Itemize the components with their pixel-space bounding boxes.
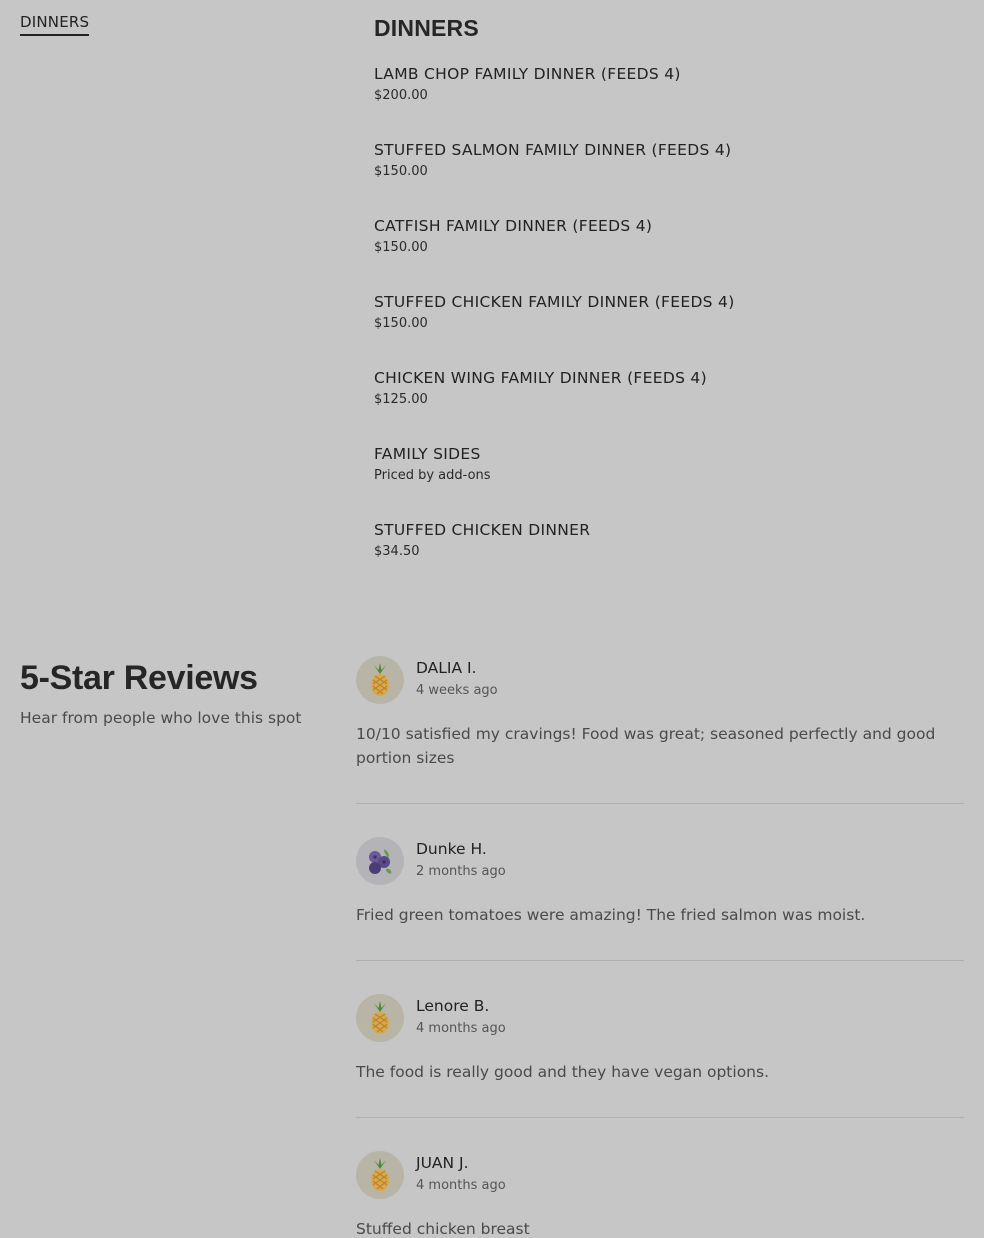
menu-item-price: Priced by add-ons bbox=[374, 468, 491, 483]
menu-item[interactable]: LAMB CHOP FAMILY DINNER (FEEDS 4) $200.0… bbox=[374, 62, 964, 138]
avatar bbox=[356, 656, 404, 704]
review-time: 4 months ago bbox=[416, 1021, 506, 1036]
review-card: DALIA I. 4 weeks ago 10/10 satisfied my … bbox=[356, 656, 964, 770]
avatar bbox=[356, 1151, 404, 1199]
review-card: JUAN J. 4 months ago Stuffed chicken bre… bbox=[356, 1151, 964, 1238]
menu-item[interactable]: CHICKEN WING FAMILY DINNER (FEEDS 4) $12… bbox=[374, 366, 964, 442]
page: DINNERS DINNERS LAMB CHOP FAMILY DINNER … bbox=[0, 0, 984, 1238]
review-card: Dunke H. 2 months ago Fried green tomato… bbox=[356, 837, 964, 927]
menu-item-name: FAMILY SIDES bbox=[374, 445, 481, 463]
reviewer-name: JUAN J. bbox=[416, 1154, 469, 1172]
reviews-title: 5-Star Reviews bbox=[20, 659, 258, 697]
menu-item-price: $125.00 bbox=[374, 392, 428, 407]
menu-item[interactable]: STUFFED SALMON FAMILY DINNER (FEEDS 4) $… bbox=[374, 138, 964, 214]
menu-item-name: STUFFED CHICKEN DINNER bbox=[374, 521, 591, 539]
reviews-subtitle: Hear from people who love this spot bbox=[20, 709, 302, 727]
review-time: 4 months ago bbox=[416, 1178, 506, 1193]
review-text: Stuffed chicken breast bbox=[356, 1220, 530, 1238]
menu-item-price: $150.00 bbox=[374, 164, 428, 179]
review-header: DALIA I. 4 weeks ago bbox=[356, 656, 964, 704]
pineapple-icon bbox=[371, 663, 389, 696]
avatar bbox=[356, 837, 404, 885]
menu-item-price: $200.00 bbox=[374, 88, 428, 103]
menu-item-price: $34.50 bbox=[374, 544, 420, 559]
menu-section-dinners: DINNERS LAMB CHOP FAMILY DINNER (FEEDS 4… bbox=[374, 12, 964, 594]
menu-item[interactable]: STUFFED CHICKEN DINNER $34.50 bbox=[374, 518, 964, 594]
menu-item-name: LAMB CHOP FAMILY DINNER (FEEDS 4) bbox=[374, 65, 681, 83]
reviewer-name: Lenore B. bbox=[416, 997, 490, 1015]
review-text: 10/10 satisfied my cravings! Food was gr… bbox=[356, 725, 936, 767]
menu-item-name: CHICKEN WING FAMILY DINNER (FEEDS 4) bbox=[374, 369, 707, 387]
review-header: JUAN J. 4 months ago bbox=[356, 1151, 964, 1199]
review-header: Lenore B. 4 months ago bbox=[356, 994, 964, 1042]
menu-item[interactable]: CATFISH FAMILY DINNER (FEEDS 4) $150.00 bbox=[374, 214, 964, 290]
review-time: 2 months ago bbox=[416, 864, 506, 879]
menu-item-name: STUFFED CHICKEN FAMILY DINNER (FEEDS 4) bbox=[374, 293, 735, 311]
review-divider bbox=[356, 803, 964, 804]
review-divider bbox=[356, 960, 964, 961]
menu-item-name: STUFFED SALMON FAMILY DINNER (FEEDS 4) bbox=[374, 141, 732, 159]
review-header: Dunke H. 2 months ago bbox=[356, 837, 964, 885]
pineapple-icon bbox=[371, 1001, 389, 1034]
category-nav: DINNERS bbox=[20, 12, 90, 36]
nav-item-dinners[interactable]: DINNERS bbox=[20, 13, 90, 36]
menu-item[interactable]: FAMILY SIDES Priced by add-ons bbox=[374, 442, 964, 518]
menu-item-price: $150.00 bbox=[374, 240, 428, 255]
reviewer-name: DALIA I. bbox=[416, 659, 477, 677]
reviewer-name: Dunke H. bbox=[416, 840, 487, 858]
review-time: 4 weeks ago bbox=[416, 683, 498, 698]
review-card: Lenore B. 4 months ago The food is reall… bbox=[356, 994, 964, 1084]
blueberries-icon bbox=[369, 849, 392, 874]
menu-item-price: $150.00 bbox=[374, 316, 428, 331]
menu-item[interactable]: STUFFED CHICKEN FAMILY DINNER (FEEDS 4) … bbox=[374, 290, 964, 366]
review-text: Fried green tomatoes were amazing! The f… bbox=[356, 906, 866, 924]
reviews-intro: 5-Star Reviews Hear from people who love… bbox=[20, 652, 340, 727]
menu-section-heading: DINNERS bbox=[374, 15, 479, 41]
avatar bbox=[356, 994, 404, 1042]
pineapple-icon bbox=[371, 1158, 389, 1191]
review-text: The food is really good and they have ve… bbox=[356, 1063, 769, 1081]
review-divider bbox=[356, 1117, 964, 1118]
menu-item-name: CATFISH FAMILY DINNER (FEEDS 4) bbox=[374, 217, 653, 235]
